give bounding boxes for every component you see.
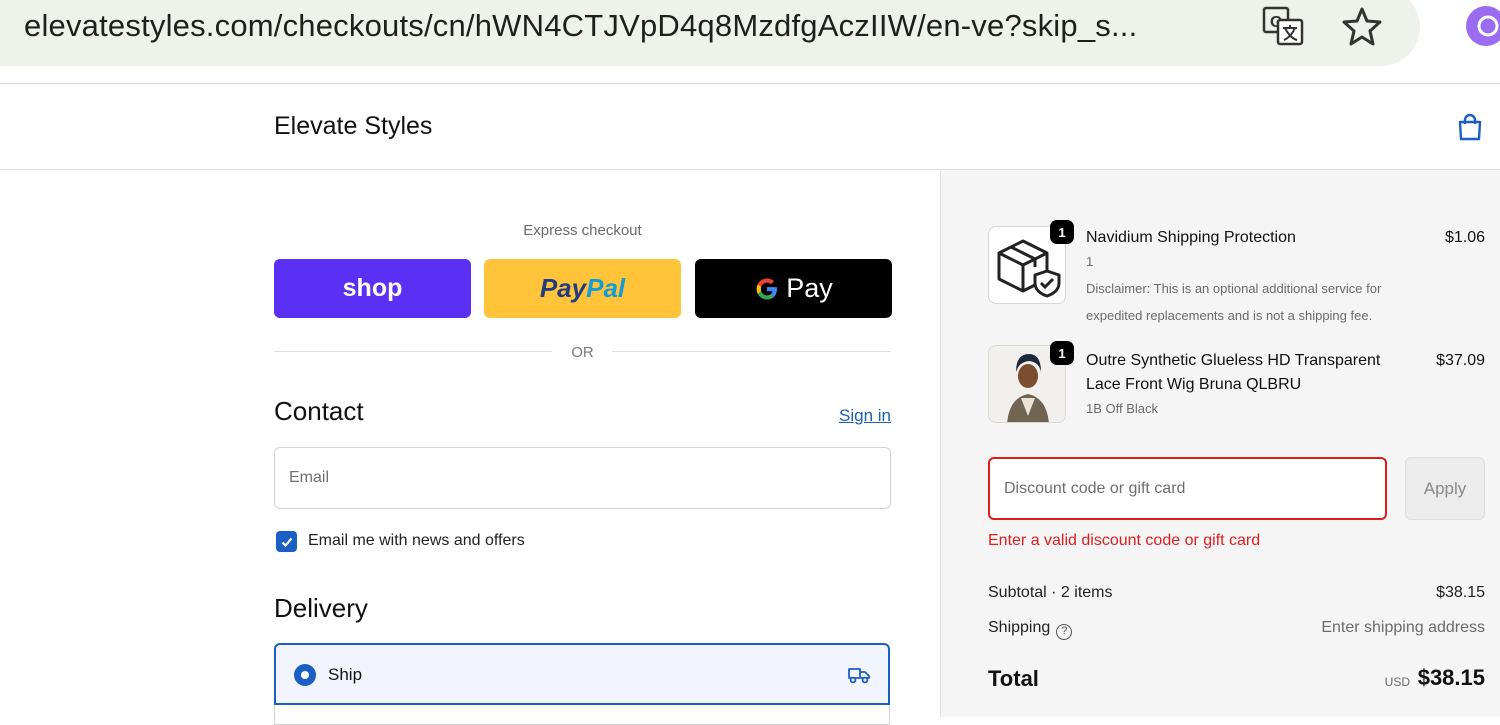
express-checkout-label: Express checkout [523, 222, 642, 239]
discount-error-message: Enter a valid discount code or gift card [988, 532, 1261, 549]
url-text[interactable]: elevatestyles.com/checkouts/cn/hWN4CTJVp… [24, 8, 1137, 44]
item-price: $1.06 [1444, 229, 1485, 246]
store-name[interactable]: Elevate Styles [274, 112, 432, 141]
shop-pay-label: shop [342, 274, 403, 302]
subtotal-value: $38.15 [1436, 584, 1485, 601]
sign-in-link[interactable]: Sign in [839, 406, 891, 426]
paypal-button[interactable]: Pay Pal [484, 259, 681, 318]
check-icon [281, 537, 292, 547]
quantity-badge: 1 [1050, 220, 1074, 244]
translate-icon[interactable]: G [1262, 6, 1304, 46]
shipping-value: Enter shipping address [1321, 619, 1485, 636]
ship-label: Ship [328, 665, 363, 684]
ship-radio[interactable] [294, 664, 316, 686]
star-icon[interactable] [1340, 4, 1384, 48]
or-text: OR [571, 344, 594, 361]
contact-title: Contact [274, 396, 364, 426]
quantity-badge: 1 [1050, 341, 1074, 365]
item-variant: 1 [1086, 254, 1094, 269]
google-g-icon [756, 278, 778, 299]
item-variant: 1B Off Black [1086, 401, 1159, 416]
store-header: Elevate Styles [0, 84, 1500, 170]
newsletter-checkbox[interactable] [276, 531, 297, 552]
shop-pay-button[interactable]: shop [274, 259, 471, 318]
total-value: $38.15 [1417, 665, 1485, 690]
shopping-bag-icon[interactable] [1456, 112, 1484, 142]
email-field[interactable] [274, 447, 891, 509]
google-pay-button[interactable]: Pay [695, 259, 892, 318]
item-disclaimer: Disclaimer: This is an optional addition… [1086, 281, 1382, 323]
apply-discount-button[interactable]: Apply [1405, 457, 1485, 520]
help-circle-icon[interactable]: ? [1056, 624, 1073, 640]
shipping-label: Shipping [988, 619, 1051, 636]
item-name: Outre Synthetic Glueless HD Transparent … [1086, 352, 1381, 393]
browser-toolbar: elevatestyles.com/checkouts/cn/hWN4CTJVp… [0, 0, 1500, 84]
discount-code-input[interactable] [988, 457, 1387, 520]
newsletter-label[interactable]: Email me with news and offers [308, 532, 525, 550]
extension-icon[interactable] [1466, 6, 1500, 46]
total-label: Total [988, 666, 1039, 691]
paypal-label-pay: Pay [539, 273, 587, 303]
shipping-row: Shipping? [988, 619, 1073, 640]
subtotal-label: Subtotal · 2 items [988, 584, 1113, 601]
google-pay-label: Pay [786, 273, 833, 303]
pickup-option[interactable] [274, 705, 890, 725]
item-price: $37.09 [1436, 352, 1485, 369]
delivery-title: Delivery [274, 593, 368, 623]
paypal-label-pal: Pal [586, 273, 626, 303]
ship-option[interactable]: Ship [274, 643, 890, 705]
total-currency: USD [1384, 675, 1410, 689]
item-name: Navidium Shipping Protection [1086, 229, 1296, 246]
truck-icon [848, 668, 870, 684]
or-divider: OR [274, 342, 891, 364]
